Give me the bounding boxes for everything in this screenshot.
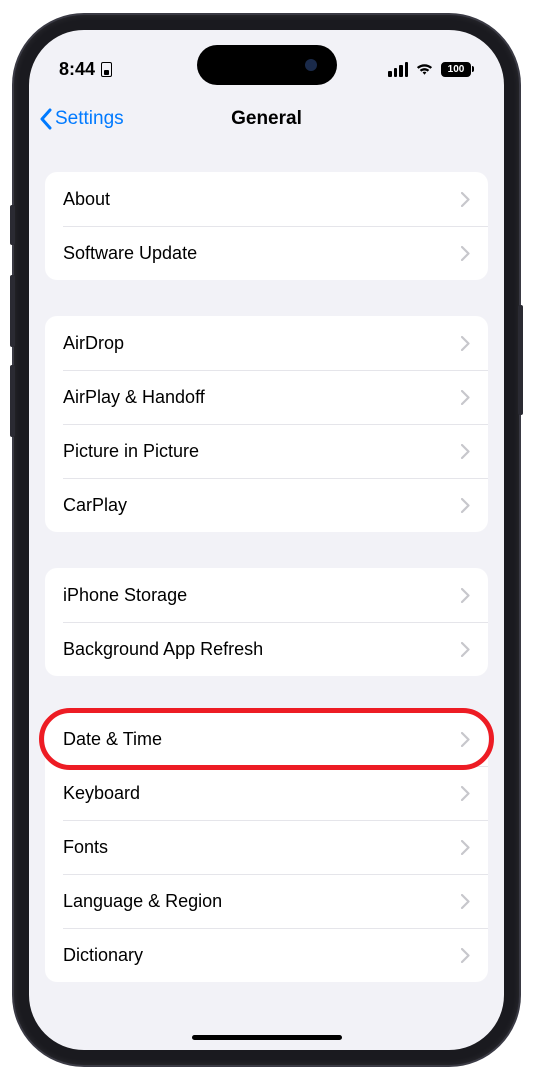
- row-keyboard[interactable]: Keyboard: [45, 766, 488, 820]
- row-carplay[interactable]: CarPlay: [45, 478, 488, 532]
- battery-icon: 100: [441, 62, 474, 77]
- row-label: Language & Region: [63, 891, 222, 912]
- row-label: Background App Refresh: [63, 639, 263, 660]
- row-airplay-handoff[interactable]: AirPlay & Handoff: [45, 370, 488, 424]
- row-label: iPhone Storage: [63, 585, 187, 606]
- screen: 8:44 100 Settings: [29, 30, 504, 1050]
- chevron-right-icon: [461, 840, 470, 855]
- row-label: CarPlay: [63, 495, 127, 516]
- volume-down-button: [10, 365, 15, 437]
- chevron-left-icon: [39, 108, 53, 130]
- chevron-right-icon: [461, 336, 470, 351]
- row-label: Picture in Picture: [63, 441, 199, 462]
- row-label: Fonts: [63, 837, 108, 858]
- settings-group: Date & Time Keyboard Fonts Language & Regio…: [45, 712, 488, 982]
- phone-frame: 8:44 100 Settings: [14, 15, 519, 1065]
- chevron-right-icon: [461, 642, 470, 657]
- status-time: 8:44: [59, 59, 95, 80]
- chevron-right-icon: [461, 786, 470, 801]
- dynamic-island: [197, 45, 337, 85]
- chevron-right-icon: [461, 588, 470, 603]
- back-label: Settings: [55, 108, 124, 130]
- row-label: AirPlay & Handoff: [63, 387, 205, 408]
- mute-switch: [10, 205, 15, 245]
- row-dictionary[interactable]: Dictionary: [45, 928, 488, 982]
- row-picture-in-picture[interactable]: Picture in Picture: [45, 424, 488, 478]
- chevron-right-icon: [461, 390, 470, 405]
- chevron-right-icon: [461, 498, 470, 513]
- row-date-time[interactable]: Date & Time: [45, 712, 488, 766]
- sim-icon: [101, 62, 112, 77]
- row-label: Software Update: [63, 243, 197, 264]
- home-indicator[interactable]: [192, 1035, 342, 1040]
- row-label: Date & Time: [63, 729, 162, 750]
- chevron-right-icon: [461, 444, 470, 459]
- settings-group: iPhone Storage Background App Refresh: [45, 568, 488, 676]
- row-software-update[interactable]: Software Update: [45, 226, 488, 280]
- row-background-app-refresh[interactable]: Background App Refresh: [45, 622, 488, 676]
- chevron-right-icon: [461, 948, 470, 963]
- row-label: Keyboard: [63, 783, 140, 804]
- row-fonts[interactable]: Fonts: [45, 820, 488, 874]
- chevron-right-icon: [461, 246, 470, 261]
- nav-bar: Settings General: [29, 90, 504, 148]
- row-label: About: [63, 189, 110, 210]
- wifi-icon: [415, 62, 434, 76]
- chevron-right-icon: [461, 192, 470, 207]
- row-airdrop[interactable]: AirDrop: [45, 316, 488, 370]
- power-button: [518, 305, 523, 415]
- row-iphone-storage[interactable]: iPhone Storage: [45, 568, 488, 622]
- row-about[interactable]: About: [45, 172, 488, 226]
- volume-up-button: [10, 275, 15, 347]
- row-label: AirDrop: [63, 333, 124, 354]
- chevron-right-icon: [461, 732, 470, 747]
- content-scroll[interactable]: About Software Update AirDrop AirPlay & Han…: [29, 148, 504, 1050]
- settings-group: AirDrop AirPlay & Handoff Picture in Pictu…: [45, 316, 488, 532]
- battery-level: 100: [441, 62, 471, 77]
- chevron-right-icon: [461, 894, 470, 909]
- cellular-signal-icon: [388, 62, 408, 77]
- row-language-region[interactable]: Language & Region: [45, 874, 488, 928]
- back-button[interactable]: Settings: [39, 108, 124, 130]
- settings-group: About Software Update: [45, 172, 488, 280]
- row-label: Dictionary: [63, 945, 143, 966]
- page-title: General: [231, 108, 302, 130]
